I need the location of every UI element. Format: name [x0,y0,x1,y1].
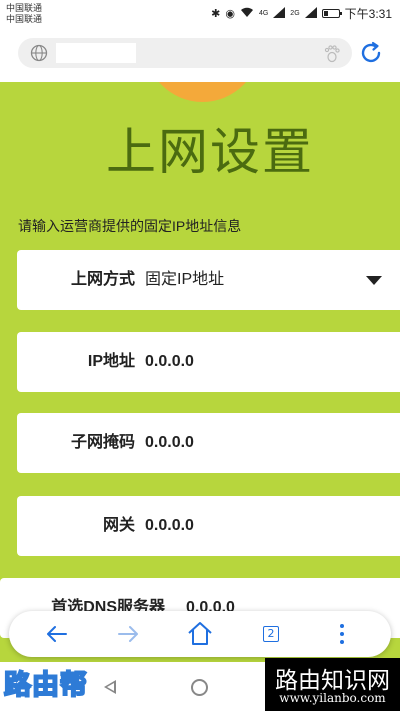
router-settings-page: 上网设置 请输入运营商提供的固定IP地址信息 上网方式 固定IP地址 IP地址 … [0,82,400,662]
carrier-1: 中国联通 [6,3,43,13]
browser-address-bar [0,26,400,82]
watermark-url: www.yilanbo.com [279,691,386,705]
url-text [56,43,136,63]
eye-icon: ◉ [225,8,235,20]
carrier-2: 中国联通 [6,14,43,24]
ip-address-value[interactable]: 0.0.0.0 [145,332,194,392]
ip-address-label: IP地址 [87,353,135,370]
watermark-logo-left: 路由帮 [3,669,88,702]
bluetooth-icon: ✱ [211,8,221,20]
connection-type-value: 固定IP地址 [145,271,225,288]
globe-icon [30,44,48,62]
system-home-icon[interactable] [191,679,208,696]
gateway-value[interactable]: 0.0.0.0 [145,496,194,556]
ip-address-field[interactable]: IP地址 0.0.0.0 [17,332,400,392]
intro-text: 请输入运营商提供的固定IP地址信息 [18,218,242,234]
tab-count: 2 [263,626,279,642]
signal-icon [273,6,286,21]
wifi-icon [240,7,254,21]
connection-type-label: 上网方式 [70,271,135,288]
clock: 下午3:31 [344,7,392,21]
system-back-icon[interactable] [104,680,116,694]
page-title: 上网设置 [106,123,314,181]
connection-type-select[interactable]: 上网方式 固定IP地址 [17,250,400,310]
gateway-label: 网关 [102,517,135,534]
sun-decoration [145,82,260,102]
status-icons: ✱ ◉ 4G 2G 下午3:31 [211,5,392,22]
watermark-title: 路由知识网 [275,668,390,694]
network-2g-label: 2G [290,10,300,17]
home-icon[interactable] [185,619,215,649]
status-bar: 中国联通 中国联通 ✱ ◉ 4G 2G 下午3:31 [0,0,400,26]
tabs-icon[interactable]: 2 [256,619,286,649]
dropdown-arrow-icon[interactable] [366,276,382,285]
watermark-logo-right: 路由知识网 www.yilanbo.com [265,658,400,711]
refresh-icon[interactable] [358,40,384,66]
subnet-mask-value[interactable]: 0.0.0.0 [145,413,194,473]
network-4g-label: 4G [258,10,269,17]
subnet-mask-field[interactable]: 子网掩码 0.0.0.0 [17,413,400,473]
url-input[interactable] [18,38,352,68]
subnet-mask-label: 子网掩码 [70,434,135,451]
browser-toolbar: 2 [9,611,391,657]
battery-icon [321,9,342,18]
paw-icon[interactable] [322,43,342,63]
signal-icon-2 [304,6,317,21]
gateway-field[interactable]: 网关 0.0.0.0 [17,496,400,556]
back-arrow-icon[interactable] [42,619,72,649]
forward-arrow-icon[interactable] [113,619,143,649]
more-icon[interactable] [327,619,357,649]
